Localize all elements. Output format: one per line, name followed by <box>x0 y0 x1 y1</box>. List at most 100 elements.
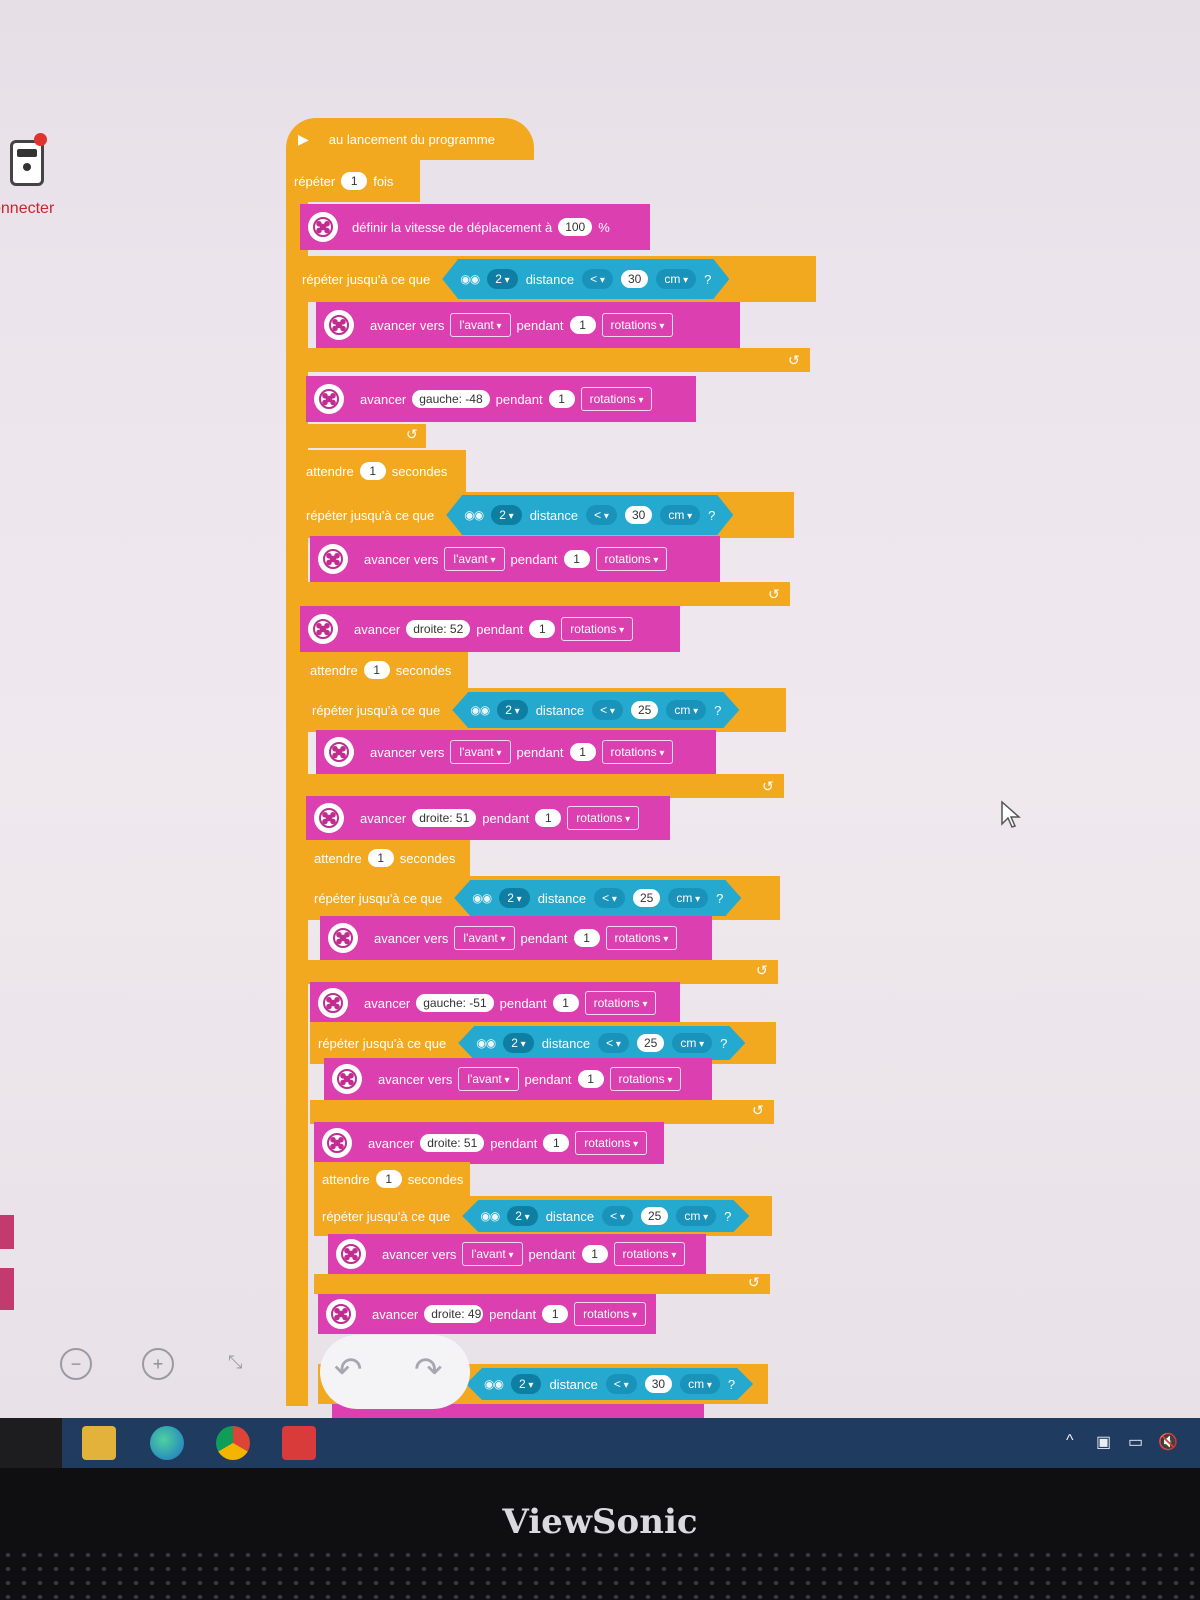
when-program-starts-block[interactable]: ▶ au lancement du programme <box>286 118 534 160</box>
zoom-in-button[interactable]: + <box>142 1348 174 1380</box>
distance-sensor-condition[interactable]: ◉◉ 2 distance < 25 cm ? <box>454 880 741 916</box>
rotations-input[interactable]: 1 <box>573 929 600 947</box>
wait-block[interactable]: attendre 1 secondes <box>306 840 470 876</box>
repeat-until-block[interactable]: répéter jusqu'à ce que ◉◉ 2 distance < 3… <box>294 256 816 302</box>
sensor-help[interactable]: ? <box>716 891 723 906</box>
sensor-port-dropdown[interactable]: 2 <box>499 888 530 908</box>
rotations-dropdown[interactable]: rotations <box>605 926 678 950</box>
sensor-port-dropdown[interactable]: 2 <box>497 700 528 720</box>
rotations-input[interactable]: 1 <box>577 1070 604 1088</box>
move-direction-block[interactable]: avancer vers l'avant pendant 1 rotations <box>328 1234 706 1274</box>
direction-dropdown[interactable]: l'avant <box>454 926 515 950</box>
rotations-input[interactable]: 1 <box>548 390 575 408</box>
sensor-port-dropdown[interactable]: 2 <box>503 1033 534 1053</box>
volume-muted-icon[interactable]: 🔇 <box>1158 1432 1178 1452</box>
distance-input[interactable]: 30 <box>621 270 648 288</box>
comparison-dropdown[interactable]: < <box>586 505 617 525</box>
rotations-input[interactable]: 1 <box>543 1134 570 1152</box>
repeat-block[interactable]: répéter 1 fois <box>286 160 420 202</box>
steering-input[interactable]: droite: 51 <box>420 1134 485 1152</box>
unit-dropdown[interactable]: cm <box>676 1206 716 1226</box>
rotations-input[interactable]: 1 <box>529 620 556 638</box>
repeat-until-block[interactable]: répéter jusqu'à ce que ◉◉ 2 distance < 2… <box>304 688 786 732</box>
distance-input[interactable]: 30 <box>625 506 652 524</box>
edge-icon[interactable] <box>150 1426 184 1460</box>
distance-sensor-condition[interactable]: ◉◉ 2 distance < 25 cm ? <box>462 1200 749 1232</box>
comparison-dropdown[interactable]: < <box>606 1374 637 1394</box>
distance-input[interactable]: 25 <box>633 889 660 907</box>
direction-dropdown[interactable]: l'avant <box>458 1067 519 1091</box>
move-steer-block[interactable]: avancer gauche: -48 pendant 1 rotations <box>306 376 696 422</box>
direction-dropdown[interactable]: l'avant <box>450 740 511 764</box>
speed-input[interactable]: 100 <box>558 218 593 236</box>
steering-input[interactable]: droite: 52 <box>406 620 471 638</box>
move-steer-block[interactable]: avancer droite: 51 pendant 1 rotations <box>314 1122 664 1164</box>
move-steer-block[interactable]: avancer gauche: -51 pendant 1 rotations <box>310 982 680 1024</box>
unit-dropdown[interactable]: cm <box>668 888 708 908</box>
sensor-help[interactable]: ? <box>724 1209 731 1224</box>
direction-dropdown[interactable]: l'avant <box>450 313 511 337</box>
repeat-until-block[interactable]: répéter jusqu'à ce que ◉◉ 2 distance < 3… <box>298 492 794 538</box>
rotations-input[interactable]: 1 <box>552 994 579 1012</box>
wait-block[interactable]: attendre 1 secondes <box>298 450 466 492</box>
distance-sensor-condition[interactable]: ◉◉ 2 distance < 30 cm ? <box>442 259 729 299</box>
distance-sensor-condition[interactable]: ◉◉ 2 distance < 30 cm ? <box>446 495 733 535</box>
wait-input[interactable]: 1 <box>359 462 386 480</box>
rotations-dropdown[interactable]: rotations <box>595 547 668 571</box>
direction-dropdown[interactable]: l'avant <box>444 547 505 571</box>
rotations-dropdown[interactable]: rotations <box>574 1302 646 1326</box>
repeat-until-block[interactable]: répéter jusqu'à ce que ◉◉ 2 distance < 2… <box>306 876 780 920</box>
unit-dropdown[interactable]: cm <box>672 1033 712 1053</box>
direction-dropdown[interactable]: l'avant <box>462 1242 523 1266</box>
sensor-port-dropdown[interactable]: 2 <box>491 505 522 525</box>
move-direction-block[interactable]: avancer vers l'avant pendant 1 rotations <box>320 916 712 960</box>
rotations-input[interactable]: 1 <box>542 1305 569 1323</box>
steering-input[interactable]: gauche: -48 <box>412 390 490 408</box>
zoom-out-button[interactable]: − <box>60 1348 92 1380</box>
distance-input[interactable]: 25 <box>631 701 658 719</box>
redo-button[interactable]: ↷ <box>414 1350 443 1390</box>
unit-dropdown[interactable]: cm <box>656 269 696 289</box>
rotations-dropdown[interactable]: rotations <box>567 806 640 830</box>
rotations-dropdown[interactable]: rotations <box>561 617 634 641</box>
repeat-count-input[interactable]: 1 <box>341 172 368 190</box>
rotations-input[interactable]: 1 <box>569 743 596 761</box>
sensor-port-dropdown[interactable]: 2 <box>511 1374 542 1394</box>
connect-label[interactable]: onnecter <box>0 200 54 218</box>
rotations-input[interactable]: 1 <box>563 550 590 568</box>
comparison-dropdown[interactable]: < <box>592 700 623 720</box>
distance-input[interactable]: 25 <box>637 1034 664 1052</box>
undo-button[interactable]: ↶ <box>334 1350 363 1390</box>
comparison-dropdown[interactable]: < <box>598 1033 629 1053</box>
rotations-dropdown[interactable]: rotations <box>584 991 657 1015</box>
move-steer-block[interactable]: avancer droite: 52 pendant 1 rotations <box>300 606 680 652</box>
wait-block[interactable]: attendre 1 secondes <box>302 652 468 688</box>
sensor-help[interactable]: ? <box>704 272 711 287</box>
move-direction-block[interactable]: avancer vers l'avant pendant 1 rotations <box>310 536 720 582</box>
distance-sensor-condition[interactable]: ◉◉ 2 distance < 25 cm ? <box>458 1026 745 1060</box>
repeat-until-block[interactable]: répéter jusqu'à ce que ◉◉ 2 distance < 2… <box>314 1196 772 1236</box>
move-direction-block[interactable]: avancer vers l'avant pendant 1 rotations <box>324 1058 712 1100</box>
set-speed-block[interactable]: définir la vitesse de déplacement à 100 … <box>300 204 650 250</box>
rotations-dropdown[interactable]: rotations <box>580 387 653 411</box>
spike-app-icon[interactable] <box>282 1426 316 1460</box>
sensor-help[interactable]: ? <box>728 1377 735 1392</box>
wait-input[interactable]: 1 <box>375 1170 402 1188</box>
unit-dropdown[interactable]: cm <box>666 700 706 720</box>
wait-input[interactable]: 1 <box>363 661 390 679</box>
comparison-dropdown[interactable]: < <box>602 1206 633 1226</box>
chrome-icon[interactable] <box>216 1426 250 1460</box>
steering-input[interactable]: gauche: -51 <box>416 994 494 1012</box>
move-direction-block[interactable]: avancer vers l'avant pendant 1 rotations <box>316 302 740 348</box>
tray-device-icon[interactable]: ▣ <box>1096 1432 1111 1452</box>
unit-dropdown[interactable]: cm <box>660 505 700 525</box>
wait-block[interactable]: attendre 1 secondes <box>314 1162 470 1196</box>
steering-input[interactable]: droite: 49 <box>424 1305 484 1323</box>
rotations-input[interactable]: 1 <box>581 1245 608 1263</box>
rotations-dropdown[interactable]: rotations <box>601 313 674 337</box>
rotations-dropdown[interactable]: rotations <box>601 740 674 764</box>
move-direction-block[interactable]: avancer vers l'avant pendant 1 rotations <box>316 730 716 774</box>
steering-input[interactable]: droite: 51 <box>412 809 477 827</box>
rotations-input[interactable]: 1 <box>535 809 562 827</box>
comparison-dropdown[interactable]: < <box>594 888 625 908</box>
